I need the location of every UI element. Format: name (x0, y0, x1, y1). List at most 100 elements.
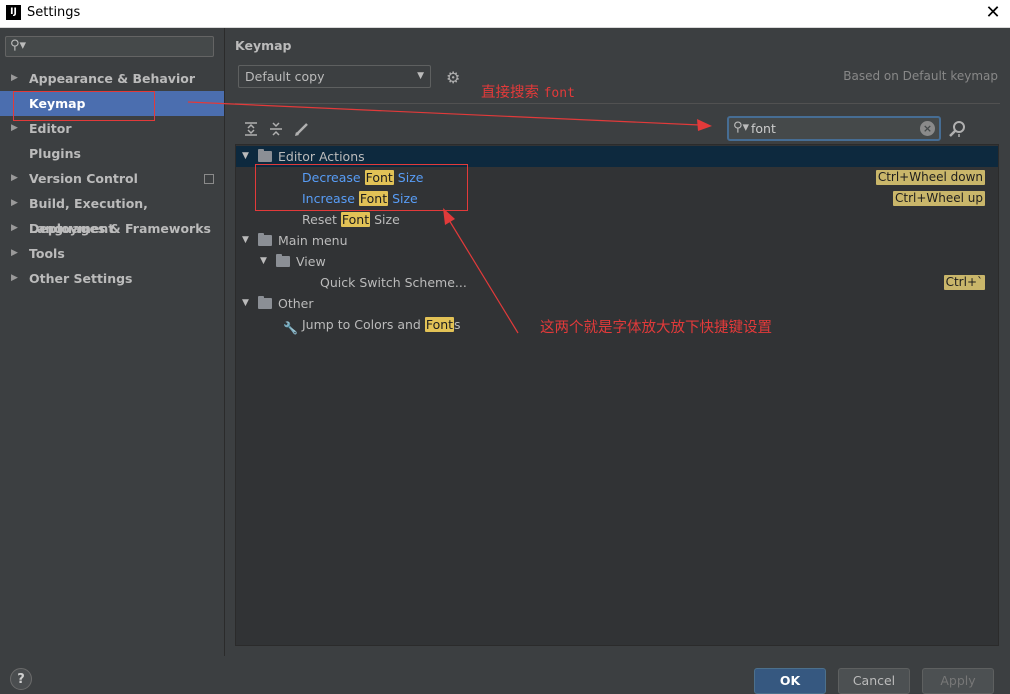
tree-row-text: Reset (302, 212, 341, 227)
collapse-all-icon[interactable] (267, 120, 285, 138)
annotation-search-hint-prefix: 直接搜索 (481, 85, 544, 101)
shortcut-badge: Ctrl+Wheel down (875, 170, 985, 185)
chevron-right-icon[interactable]: ▶ (11, 116, 18, 141)
shortcut-badge: Ctrl+` (943, 275, 985, 290)
tree-group-row[interactable]: ▼ Main menu (236, 230, 998, 251)
sidebar-item-tools[interactable]: ▶ Tools (0, 241, 224, 266)
tree-row-label: Decrease Font Size (302, 167, 423, 188)
window-title: Settings (27, 5, 81, 20)
search-icon: ⚲▾ (733, 120, 750, 135)
sidebar-item-label: Languages & Frameworks (29, 221, 211, 236)
dialog-button-bar: ? OK Cancel Apply (0, 656, 1010, 694)
tree-action-row[interactable]: Reset Font Size (236, 209, 998, 230)
shortcut-badge: Ctrl+Wheel up (892, 191, 985, 206)
sidebar-item-label: Version Control (29, 171, 138, 186)
tree-row-text: s (454, 317, 461, 332)
tree-action-row[interactable]: Decrease Font Size Ctrl+Wheel down (236, 167, 998, 188)
tree-row-text: Editor Actions (278, 149, 365, 164)
chevron-down-icon[interactable]: ▼ (260, 251, 267, 272)
tree-action-row[interactable]: Quick Switch Scheme... Ctrl+` (236, 272, 998, 293)
clear-icon[interactable]: × (920, 121, 935, 136)
tree-action-row[interactable]: Increase Font Size Ctrl+Wheel up (236, 188, 998, 209)
intellij-app-icon: IJ (6, 5, 21, 20)
ok-button[interactable]: OK (754, 668, 826, 694)
sidebar-item-plugins[interactable]: Plugins (0, 141, 224, 166)
tree-row-text: Size (393, 170, 424, 185)
search-icon: ⚲▾ (10, 38, 27, 53)
chevron-right-icon[interactable]: ▶ (11, 191, 18, 216)
annotation-search-hint: 直接搜索 font (481, 81, 575, 102)
chevron-down-icon: ▼ (417, 71, 424, 81)
tree-row-text: Decrease (302, 170, 365, 185)
chevron-right-icon[interactable]: ▶ (11, 166, 18, 191)
sidebar-item-label: Keymap (29, 96, 86, 111)
sidebar-item-languages-frameworks[interactable]: ▶ Languages & Frameworks (0, 216, 224, 241)
sidebar-item-keymap[interactable]: Keymap (0, 91, 224, 116)
sidebar-item-appearance-behavior[interactable]: ▶ Appearance & Behavior (0, 66, 224, 91)
divider (235, 103, 1000, 104)
folder-icon (258, 149, 272, 162)
tree-group-row[interactable]: ▼ Other (236, 293, 998, 314)
keymap-filter-input[interactable] (751, 120, 911, 137)
tree-row-text: Main menu (278, 233, 348, 248)
sidebar-search-field[interactable]: ⚲▾ (5, 36, 214, 57)
tree-row-label: View (296, 251, 326, 272)
project-level-icon (204, 174, 214, 184)
chevron-right-icon[interactable]: ▶ (11, 241, 18, 266)
sidebar-item-version-control[interactable]: ▶ Version Control (0, 166, 224, 191)
chevron-down-icon[interactable]: ▼ (242, 146, 249, 167)
chevron-down-icon[interactable]: ▼ (242, 230, 249, 251)
search-match-highlight: Font (424, 317, 455, 332)
chevron-right-icon[interactable]: ▶ (11, 216, 18, 241)
tree-row-text: Other (278, 296, 314, 311)
tree-row-text: Size (370, 212, 400, 227)
tree-row-label: Main menu (278, 230, 348, 251)
keymap-pane: Keymap Default copy ▼ ⚙ Based on Default… (225, 28, 1010, 656)
annotation-search-hint-code: font (543, 86, 575, 101)
keymap-scheme-select[interactable]: Default copy ▼ (238, 65, 431, 88)
tree-group-row[interactable]: ▼ Editor Actions (236, 146, 998, 167)
find-by-shortcut-icon[interactable] (948, 119, 968, 139)
tree-row-text: Jump to Colors and (302, 317, 425, 332)
folder-icon (258, 296, 272, 309)
help-button[interactable]: ? (10, 668, 32, 690)
search-match-highlight: Font (340, 212, 371, 227)
folder-icon (258, 233, 272, 246)
sidebar-item-label: Plugins (29, 146, 81, 161)
sidebar-item-label: Appearance & Behavior (29, 71, 195, 86)
search-match-highlight: Font (364, 170, 394, 185)
tree-row-text: Increase (302, 191, 359, 206)
tree-row-label: Jump to Colors and Fonts (302, 314, 461, 335)
cancel-button[interactable]: Cancel (838, 668, 910, 694)
page-title: Keymap (235, 38, 292, 53)
keymap-filter-field[interactable]: ⚲▾ × (727, 116, 941, 141)
window-titlebar: IJ Settings ✕ (0, 0, 1010, 28)
window-close-button[interactable]: ✕ (980, 1, 1006, 25)
keymap-scheme-value: Default copy (245, 69, 325, 84)
tree-row-label: Other (278, 293, 314, 314)
sidebar-item-build-execution-deployment[interactable]: ▶ Build, Execution, Deployment (0, 191, 224, 236)
tree-row-label: Quick Switch Scheme... (320, 272, 467, 293)
tree-row-text: Size (388, 191, 418, 206)
annotation-note: 这两个就是字体放大放下快捷键设置 (540, 320, 772, 336)
sidebar-item-label: Other Settings (29, 271, 133, 286)
search-match-highlight: Font (358, 191, 389, 206)
gear-icon[interactable]: ⚙ (446, 68, 460, 87)
expand-all-icon[interactable] (242, 120, 260, 138)
chevron-right-icon[interactable]: ▶ (11, 266, 18, 291)
sidebar-item-editor[interactable]: ▶ Editor (0, 116, 224, 141)
apply-button[interactable]: Apply (922, 668, 994, 694)
sidebar-item-label: Tools (29, 246, 65, 261)
chevron-right-icon[interactable]: ▶ (11, 66, 18, 91)
chevron-down-icon[interactable]: ▼ (242, 293, 249, 314)
tree-row-label: Increase Font Size (302, 188, 418, 209)
based-on-label: Based on Default keymap (843, 69, 998, 83)
wrench-icon: 🔧 (283, 321, 298, 335)
sidebar-item-label: Editor (29, 121, 72, 136)
tree-group-row[interactable]: ▼ View (236, 251, 998, 272)
edit-icon[interactable] (293, 120, 311, 138)
tree-row-text: View (296, 254, 326, 269)
sidebar-item-other-settings[interactable]: ▶ Other Settings (0, 266, 224, 291)
keymap-action-tree[interactable]: ▼ Editor Actions Decrease Font Size Ctrl+Wh… (235, 144, 999, 646)
tree-row-label: Reset Font Size (302, 209, 400, 230)
